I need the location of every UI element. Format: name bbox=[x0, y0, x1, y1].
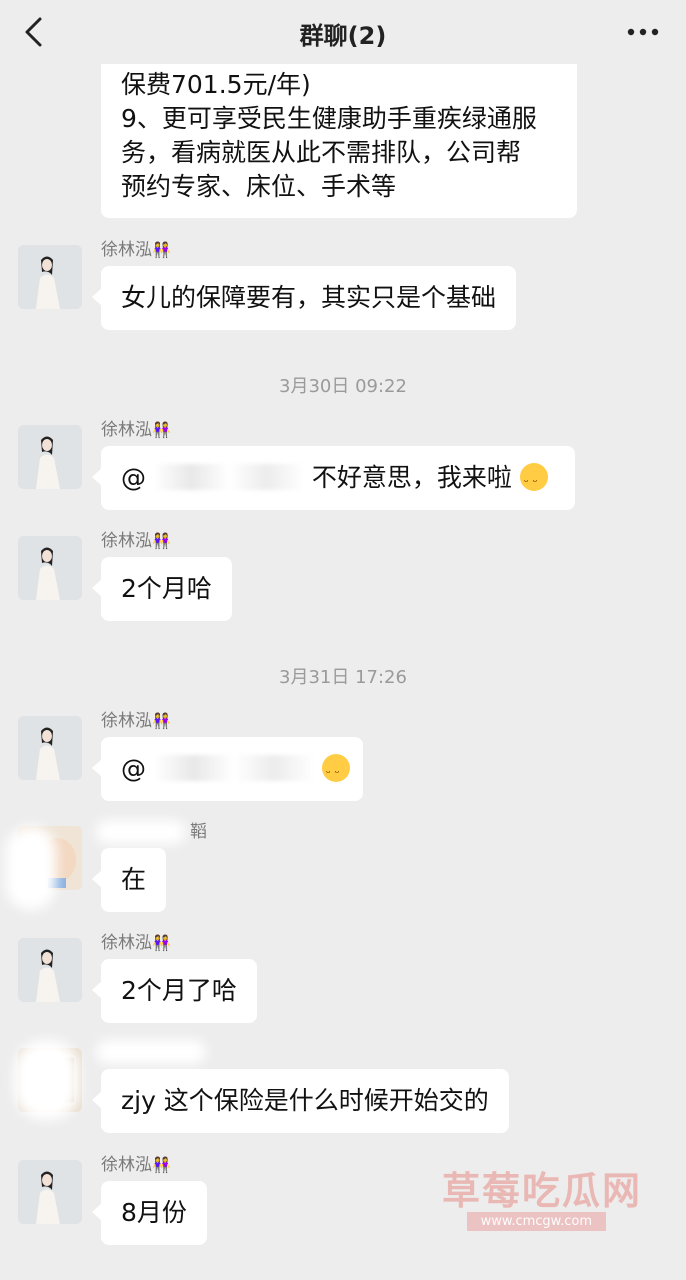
watermark-url: www.cmcgw.com bbox=[466, 1212, 606, 1231]
message-bubble[interactable]: @ bbox=[92, 737, 363, 801]
avatar[interactable] bbox=[18, 938, 82, 1002]
watermark: 草莓吃瓜网 bbox=[441, 1169, 642, 1213]
sender-name: 鞱 bbox=[190, 822, 207, 842]
avatar[interactable] bbox=[18, 425, 82, 489]
redacted-mention bbox=[153, 464, 304, 490]
redaction-smudge bbox=[96, 820, 186, 844]
redacted-mention bbox=[153, 755, 314, 781]
avatar[interactable] bbox=[18, 716, 82, 780]
avatar-photo bbox=[18, 938, 82, 1002]
avatar[interactable] bbox=[18, 536, 82, 600]
smile-icon bbox=[321, 754, 350, 790]
message-text: 在 bbox=[121, 865, 147, 894]
avatar[interactable] bbox=[18, 245, 82, 309]
message-bubble[interactable]: 2个月哈 bbox=[92, 557, 232, 621]
avatar-photo bbox=[18, 1160, 82, 1224]
sender-name: 徐林泓👭 bbox=[101, 711, 171, 731]
mention-prefix: @ bbox=[121, 754, 146, 783]
message-bubble[interactable]: 2个月了哈 bbox=[92, 959, 257, 1023]
message-text: 8月份 bbox=[121, 1198, 187, 1227]
message-line: 9、更可享受民生健康助手重疾绿通服 bbox=[121, 104, 537, 133]
message-text: 不好意思，我来啦 bbox=[311, 463, 512, 492]
message-bubble[interactable]: 在 bbox=[91, 848, 167, 912]
message-text: zjy 这个保险是什么时候开始交的 bbox=[121, 1086, 489, 1115]
sender-name: 徐林泓👭 bbox=[101, 933, 171, 953]
sender-name: 徐林泓👭 bbox=[101, 420, 171, 440]
avatar-photo bbox=[18, 245, 82, 309]
sender-name: 徐林泓👭 bbox=[101, 240, 171, 260]
more-dots-icon[interactable] bbox=[626, 22, 660, 42]
timestamp: 3月31日 17:26 bbox=[279, 667, 407, 688]
redaction-smudge bbox=[14, 1040, 80, 1120]
message-bubble[interactable]: zjy 这个保险是什么时候开始交的 bbox=[92, 1069, 509, 1133]
message-text: 女儿的保障要有，其实只是个基础 bbox=[121, 283, 497, 312]
message-bubble[interactable]: 女儿的保障要有，其实只是个基础 bbox=[91, 266, 517, 330]
sender-name: 徐林泓👭 bbox=[101, 531, 171, 551]
avatar-photo bbox=[18, 716, 82, 780]
avatar-photo bbox=[18, 425, 82, 489]
message-bubble[interactable]: @ 不好意思，我来啦 bbox=[92, 446, 575, 510]
redaction-smudge bbox=[96, 1040, 206, 1064]
sender-name: 徐林泓👭 bbox=[101, 1155, 171, 1175]
message-text: 2个月哈 bbox=[121, 574, 212, 603]
timestamp: 3月30日 09:22 bbox=[279, 376, 407, 397]
mention-prefix: @ bbox=[121, 463, 146, 492]
nav-bar: 群聊(2) bbox=[0, 0, 686, 64]
chat-title: 群聊(2) bbox=[299, 22, 387, 50]
message-line: 务，看病就医从此不需排队，公司帮 bbox=[121, 138, 522, 167]
message-line: 保费701.5元/年) bbox=[121, 70, 311, 99]
message-bubble[interactable]: 保费701.5元/年) 9、更可享受民生健康助手重疾绿通服 务，看病就医从此不需… bbox=[101, 58, 577, 218]
avatar[interactable] bbox=[18, 1160, 82, 1224]
smile-icon bbox=[519, 463, 548, 499]
message-text: 2个月了哈 bbox=[121, 976, 237, 1005]
redaction-smudge bbox=[6, 826, 56, 910]
avatar-photo bbox=[18, 536, 82, 600]
message-bubble[interactable]: 8月份 bbox=[92, 1181, 207, 1245]
message-line: 预约专家、床位、手术等 bbox=[121, 172, 397, 201]
